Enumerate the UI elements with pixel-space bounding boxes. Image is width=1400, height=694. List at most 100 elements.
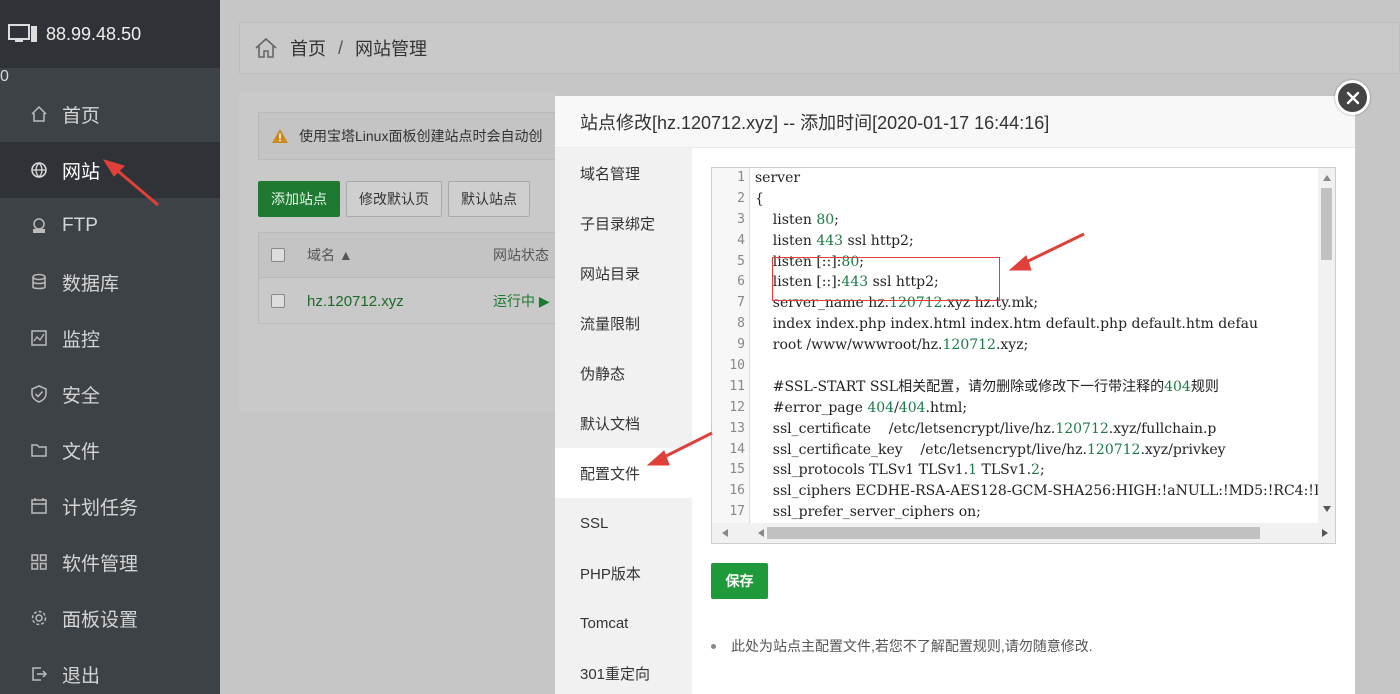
sidebar-item-label: FTP — [62, 215, 98, 236]
bullet-icon — [711, 643, 716, 649]
logout-icon — [30, 665, 48, 683]
site-panel: 使用宝塔Linux面板创建站点时会自动创 添加站点 修改默认页 默认站点 域名 … — [239, 92, 558, 412]
hint-text: 此处为站点主配置文件,若您不了解配置规则,请勿随意修改. — [731, 638, 1093, 654]
scroll-down-icon[interactable] — [1323, 506, 1331, 512]
ftp-icon — [30, 217, 48, 235]
calendar-icon — [30, 497, 48, 515]
tab-6[interactable]: 配置文件 — [555, 448, 692, 498]
modal-title: 站点修改[hz.120712.xyz] -- 添加时间[2020-01-17 1… — [555, 96, 1355, 148]
code-line: { — [755, 190, 764, 207]
horizontal-scrollbar[interactable] — [712, 523, 1335, 543]
server-info: 88.99.48.50 — [0, 0, 220, 68]
scroll-left-inner-icon[interactable] — [758, 529, 764, 537]
add-site-button[interactable]: 添加站点 — [258, 181, 340, 217]
server-icon — [8, 23, 38, 45]
line-number: 11 — [729, 378, 745, 394]
tab-10[interactable]: 301重定向 — [555, 648, 692, 694]
breadcrumb-current: 网站管理 — [355, 39, 428, 59]
sidebar-item-3[interactable]: 数据库 — [0, 254, 220, 310]
line-number: 14 — [729, 441, 745, 457]
notice-bar: 使用宝塔Linux面板创建站点时会自动创 — [258, 112, 558, 160]
line-number: 17 — [729, 504, 745, 520]
modal-tabs: 域名管理 子目录绑定 网站目录 流量限制 伪静态 默认文档 配置文件 SSL PHP版本 Tomc… — [555, 148, 692, 694]
shield-icon — [30, 385, 48, 403]
sidebar-item-9[interactable]: 面板设置 — [0, 590, 220, 646]
tab-9[interactable]: Tomcat — [555, 598, 692, 648]
line-number: 16 — [729, 483, 745, 499]
sidebar-item-7[interactable]: 计划任务 — [0, 478, 220, 534]
breadcrumb: 首页 / 网站管理 — [239, 22, 1400, 74]
site-domain-link[interactable]: hz.120712.xyz — [307, 293, 493, 310]
highlight-box — [772, 257, 1000, 301]
line-number: 9 — [737, 337, 745, 353]
site-status[interactable]: 运行中 ▶ — [493, 291, 550, 311]
sidebar-item-label: 网站 — [62, 161, 101, 183]
notice-text: 使用宝塔Linux面板创建站点时会自动创 — [299, 128, 543, 144]
line-number: 15 — [729, 462, 745, 478]
sidebar: 88.99.48.50 0 首页网站 FTP 数据库监控安全文件计划任务软件管理 面板… — [0, 0, 220, 694]
scroll-left-icon[interactable] — [722, 529, 728, 537]
modal-close-button[interactable] — [1335, 80, 1370, 115]
sidebar-item-2[interactable]: FTP — [0, 198, 220, 254]
sidebar-item-label: 首页 — [62, 105, 101, 127]
apps-icon — [30, 553, 48, 571]
horizontal-scroll-thumb[interactable] — [767, 527, 1260, 539]
config-hint: 此处为站点主配置文件,若您不了解配置规则,请勿随意修改. — [711, 636, 1093, 656]
sidebar-item-label: 安全 — [62, 385, 101, 407]
tab-8[interactable]: PHP版本 — [555, 548, 692, 598]
table-header: 域名 ▲ 网站状态 — [259, 233, 557, 278]
close-icon — [1346, 91, 1359, 104]
vertical-scroll-thumb[interactable] — [1321, 188, 1332, 260]
sidebar-item-label: 数据库 — [62, 273, 120, 295]
monitor-icon — [30, 329, 48, 347]
notification-badge[interactable]: 0 — [0, 68, 9, 85]
home-icon — [30, 105, 48, 123]
sidebar-item-6[interactable]: 文件 — [0, 422, 220, 478]
scroll-right-icon[interactable] — [1322, 529, 1328, 537]
line-number: 12 — [729, 399, 745, 415]
modal-content: 1 2 3 4 5 6 7 8 9 10 11 12 13 14 15 16 17 server{ listen… — [692, 148, 1355, 694]
tab-5[interactable]: 默认文档 — [555, 398, 692, 448]
code-area[interactable]: server { listen 80; listen 443 ssl http2;… — [755, 168, 1320, 524]
domain-column-header[interactable]: 域名 ▲ — [307, 245, 493, 265]
tab-2[interactable]: 网站目录 — [555, 248, 692, 298]
tab-4[interactable]: 伪静态 — [555, 348, 692, 398]
modify-default-page-button[interactable]: 修改默认页 — [346, 181, 442, 217]
line-number: 13 — [729, 420, 745, 436]
tab-3[interactable]: 流量限制 — [555, 298, 692, 348]
select-all-checkbox[interactable] — [271, 248, 285, 262]
home-icon[interactable] — [254, 36, 278, 60]
sidebar-item-5[interactable]: 安全 — [0, 366, 220, 422]
sidebar-item-label: 计划任务 — [62, 497, 139, 519]
line-number: 1 — [737, 170, 745, 185]
sidebar-item-1[interactable]: 网站 — [0, 142, 220, 198]
code-line: listen 80; — [755, 211, 839, 228]
sidebar-item-label: 监控 — [62, 329, 101, 351]
tab-7[interactable]: SSL — [555, 498, 692, 548]
default-site-button[interactable]: 默认站点 — [448, 181, 530, 217]
config-editor[interactable]: 1 2 3 4 5 6 7 8 9 10 11 12 13 14 15 16 17 server{ listen… — [711, 167, 1336, 544]
code-line: server — [755, 170, 801, 186]
sidebar-item-8[interactable]: 软件管理 — [0, 534, 220, 590]
tab-1[interactable]: 子目录绑定 — [555, 198, 692, 248]
line-number: 4 — [737, 232, 745, 248]
site-edit-modal: 站点修改[hz.120712.xyz] -- 添加时间[2020-01-17 1… — [555, 96, 1355, 694]
status-column-header: 网站状态 — [493, 247, 549, 263]
sidebar-item-10[interactable]: 退出 — [0, 646, 220, 694]
save-button[interactable]: 保存 — [711, 563, 768, 599]
sidebar-item-4[interactable]: 监控 — [0, 310, 220, 366]
row-checkbox[interactable] — [271, 294, 285, 308]
line-number: 3 — [737, 211, 745, 227]
code-line: ssl_prefer_server_ciphers on; — [755, 504, 981, 521]
code-line: root /www/wwwroot/hz.120712.xyz; — [755, 337, 1029, 354]
tab-0[interactable]: 域名管理 — [555, 148, 692, 198]
scroll-up-icon[interactable] — [1323, 175, 1331, 181]
line-number: 8 — [737, 316, 745, 332]
sidebar-item-label: 文件 — [62, 441, 101, 463]
warning-icon — [271, 128, 289, 144]
code-line: index index.php index.html index.htm def… — [755, 316, 1258, 333]
sidebar-item-0[interactable]: 首页 — [0, 86, 220, 142]
vertical-scrollbar[interactable] — [1318, 168, 1335, 524]
breadcrumb-home[interactable]: 首页 — [290, 35, 326, 61]
